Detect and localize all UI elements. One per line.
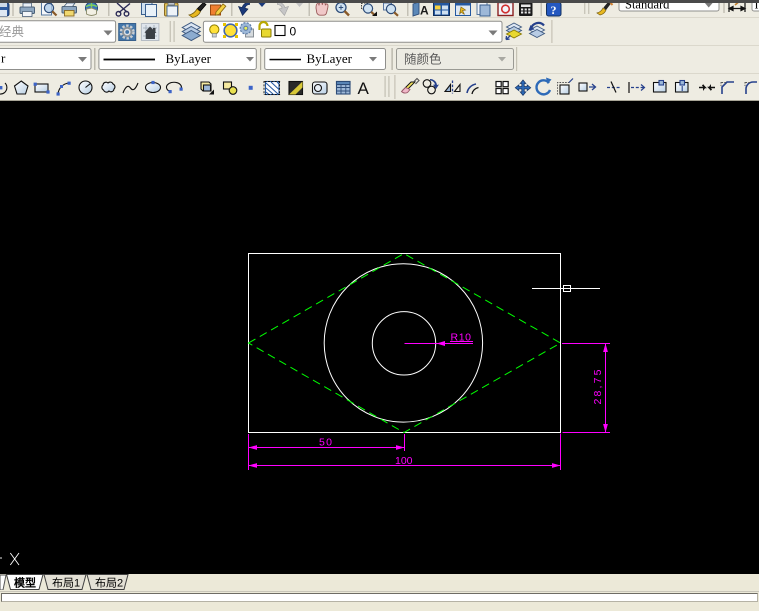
svg-text:模型: 模型: [14, 576, 36, 590]
svg-text:布局2: 布局2: [95, 577, 123, 590]
svg-text:布局1: 布局1: [52, 577, 80, 590]
svg-text:50: 50: [319, 437, 332, 449]
svg-text:100: 100: [395, 455, 413, 467]
svg-text:28,75: 28,75: [592, 369, 604, 404]
